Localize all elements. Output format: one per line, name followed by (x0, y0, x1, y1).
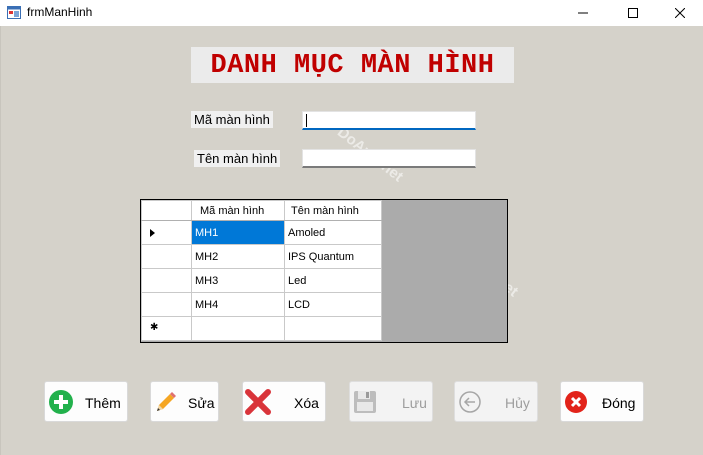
form-client-area: DoAnIT.net DoAnIT.net DoAnIT.net DANH MỤ… (0, 26, 703, 455)
grid-cell-ma[interactable]: MH2 (191, 244, 285, 269)
pencil-icon (157, 392, 176, 411)
back-arrow-icon (459, 391, 481, 413)
man-hinh-grid[interactable]: Mã màn hình Tên màn hình MH1 Amoled MH2 … (140, 199, 508, 343)
xoa-button[interactable]: Xóa (242, 381, 326, 422)
grid-cell-ten[interactable]: LCD (284, 292, 382, 317)
plus-circle-icon (49, 390, 73, 414)
dong-button[interactable]: Đóng (560, 381, 644, 422)
x-mark-icon (245, 389, 271, 415)
new-row-asterisk-icon: ✱ (150, 322, 159, 333)
grid-cell-ma[interactable] (191, 316, 285, 341)
maximize-icon (628, 8, 638, 18)
row-header[interactable]: ✱ (141, 316, 192, 341)
form-icon (7, 6, 21, 19)
close-button[interactable] (657, 0, 703, 26)
them-label: Thêm (85, 395, 121, 411)
row-header[interactable] (141, 244, 192, 269)
xoa-label: Xóa (294, 395, 319, 411)
grid-header-row: Mã màn hình Tên màn hình (141, 200, 382, 221)
ma-man-hinh-input[interactable] (302, 111, 476, 130)
row-header[interactable] (141, 220, 192, 245)
huy-button[interactable]: Hủy (454, 381, 538, 422)
maximize-button[interactable] (610, 0, 656, 26)
ten-man-hinh-input[interactable] (302, 149, 476, 168)
window-title: frmManHinh (27, 5, 93, 19)
title-bar: frmManHinh (0, 0, 703, 26)
column-header-ma[interactable]: Mã màn hình (191, 200, 285, 221)
grid-cell-ten[interactable]: IPS Quantum (284, 244, 382, 269)
grid-table: Mã màn hình Tên màn hình MH1 Amoled MH2 … (141, 200, 382, 341)
grid-cell-ten[interactable]: Amoled (284, 220, 382, 245)
close-circle-icon (565, 391, 587, 413)
table-row[interactable]: MH4 LCD (141, 292, 382, 317)
luu-button[interactable]: Lưu (349, 381, 433, 422)
ten-man-hinh-label: Tên màn hình (194, 150, 281, 167)
page-title: DANH MỤC MÀN HÌNH (191, 47, 514, 83)
sua-label: Sửa (188, 395, 215, 411)
sua-button[interactable]: Sửa (150, 381, 219, 422)
luu-label: Lưu (402, 395, 427, 411)
dong-label: Đóng (602, 395, 636, 411)
floppy-icon (354, 391, 376, 413)
grid-cell-ma[interactable]: MH4 (191, 292, 285, 317)
table-row[interactable]: MH1 Amoled (141, 220, 382, 245)
grid-cell-ten[interactable] (284, 316, 382, 341)
table-row[interactable]: MH3 Led (141, 268, 382, 293)
grid-cell-ten[interactable]: Led (284, 268, 382, 293)
new-row[interactable]: ✱ (141, 316, 382, 341)
grid-corner-header[interactable] (141, 200, 192, 221)
huy-label: Hủy (505, 395, 530, 411)
table-row[interactable]: MH2 IPS Quantum (141, 244, 382, 269)
grid-cell-ma[interactable]: MH1 (191, 220, 285, 245)
column-header-ten[interactable]: Tên màn hình (284, 200, 382, 221)
row-header[interactable] (141, 268, 192, 293)
text-caret (306, 114, 307, 127)
current-row-indicator-icon (150, 229, 155, 237)
them-button[interactable]: Thêm (44, 381, 128, 422)
grid-cell-ma[interactable]: MH3 (191, 268, 285, 293)
minimize-icon (578, 12, 588, 14)
ma-man-hinh-label: Mã màn hình (191, 111, 273, 128)
minimize-button[interactable] (560, 0, 606, 26)
row-header[interactable] (141, 292, 192, 317)
close-icon (675, 8, 685, 18)
